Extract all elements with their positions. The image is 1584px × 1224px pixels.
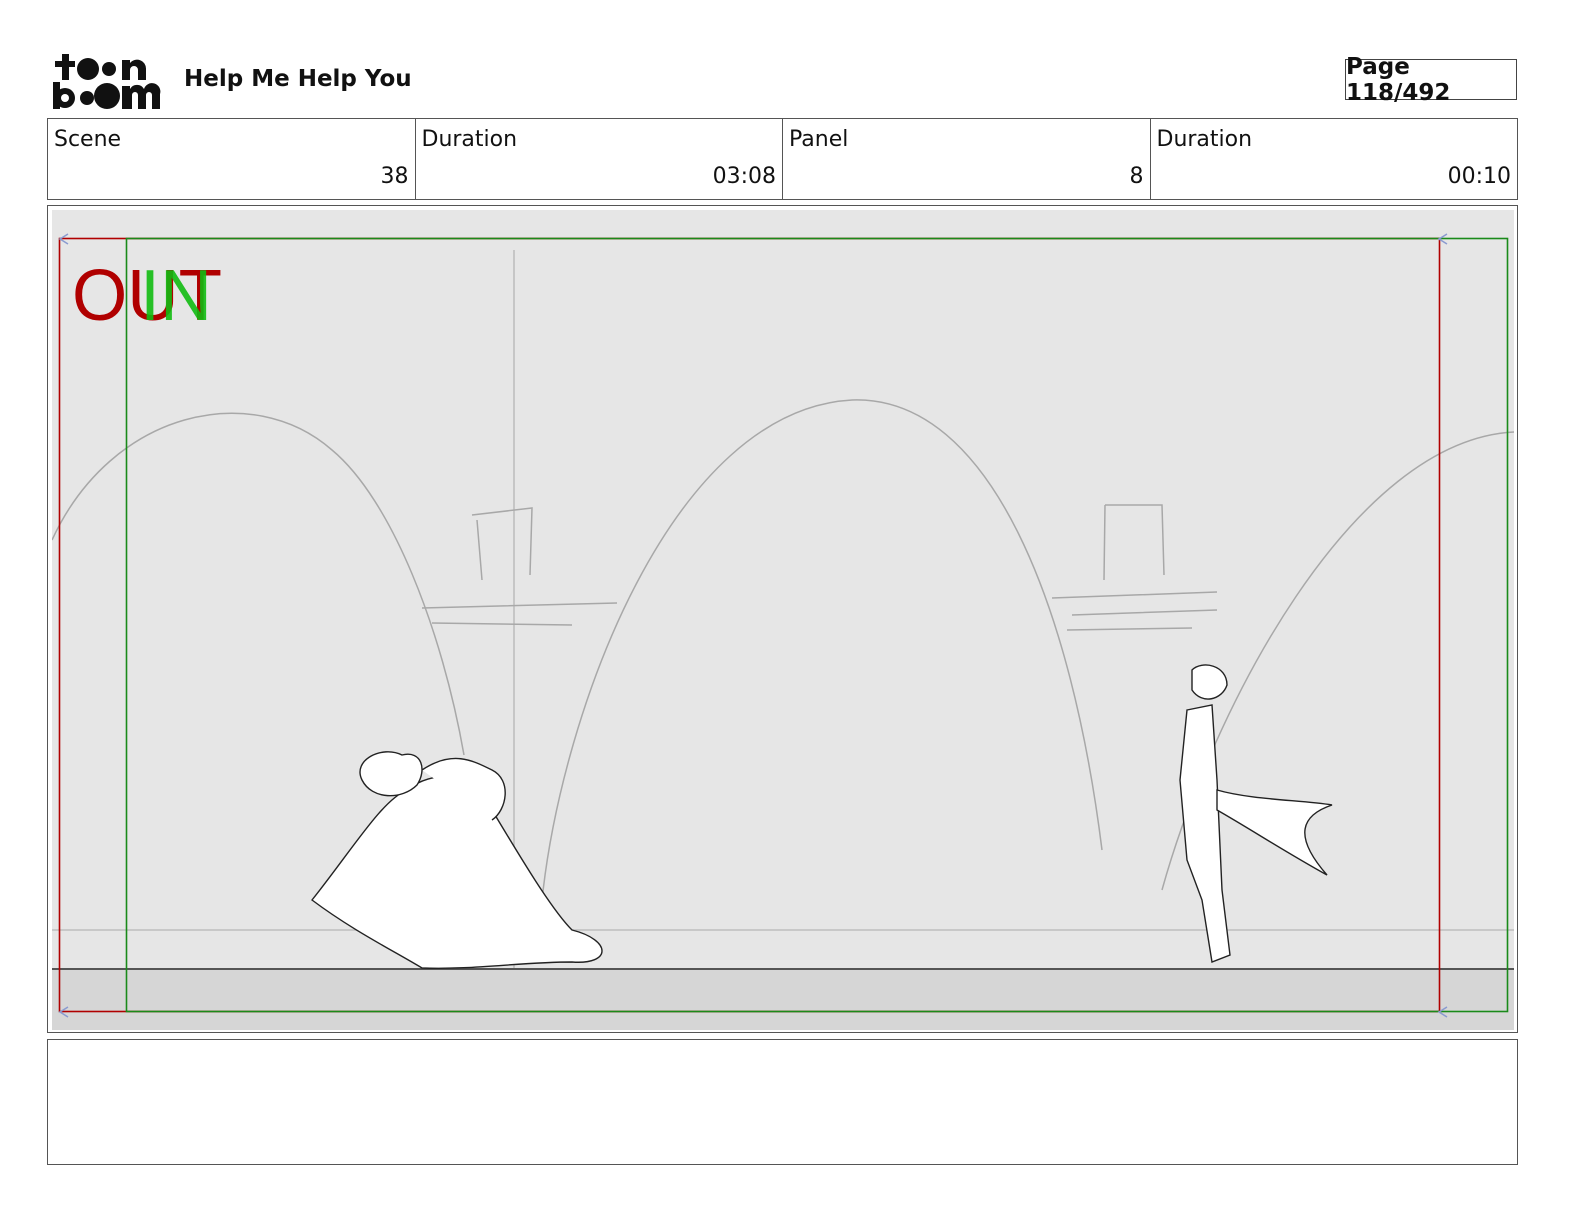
- scene-info-table: Scene 38 Duration 03:08 Panel 8 Duration…: [47, 118, 1518, 200]
- storyboard-panel: OUT IN: [47, 205, 1518, 1033]
- panel-drawing: OUT IN: [52, 210, 1514, 1030]
- panel-notes-box: [47, 1039, 1518, 1165]
- scene-duration-value: 03:08: [712, 164, 776, 189]
- project-title: Help Me Help You: [184, 66, 412, 92]
- page-indicator: Page 118/492: [1345, 54, 1517, 106]
- scene-label: Scene: [54, 127, 122, 152]
- toonboom-logo: [53, 54, 161, 109]
- panel-duration-label: Duration: [1156, 127, 1253, 152]
- panel-cell: Panel 8: [783, 119, 1151, 199]
- panel-duration-cell: Duration 00:10: [1151, 119, 1518, 199]
- panel-background: [52, 210, 1514, 1030]
- scene-cell: Scene 38: [48, 119, 416, 199]
- scene-value: 38: [380, 164, 409, 189]
- in-label: IN: [140, 256, 212, 336]
- floor: [52, 968, 1514, 1030]
- scene-duration-cell: Duration 03:08: [416, 119, 783, 199]
- panel-duration-value: 00:10: [1447, 164, 1511, 189]
- panel-value: 8: [1129, 164, 1144, 189]
- panel-label: Panel: [789, 127, 849, 152]
- scene-duration-label: Duration: [421, 127, 518, 152]
